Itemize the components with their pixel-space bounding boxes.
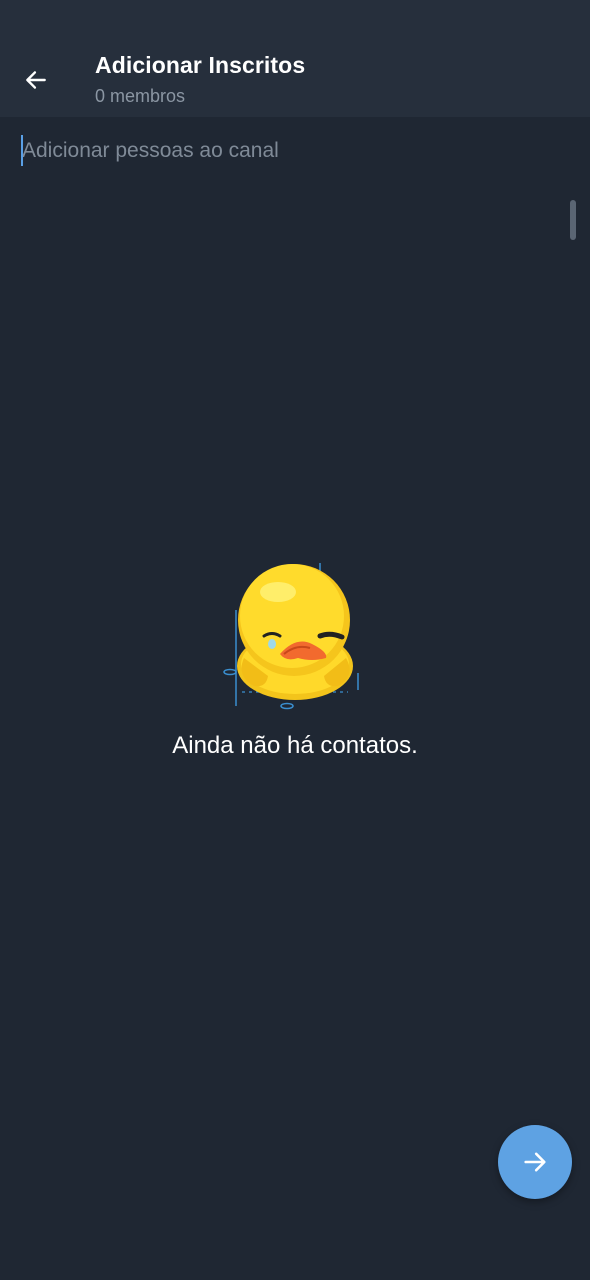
- arrow-left-icon: [26, 71, 46, 89]
- text-caret: [21, 135, 23, 166]
- arrow-right-icon: [524, 1152, 546, 1172]
- next-button[interactable]: [498, 1125, 572, 1199]
- screen: Adicionar Inscritos 0 membros Adicionar …: [0, 0, 590, 1280]
- back-button[interactable]: [14, 58, 58, 102]
- scrollbar[interactable]: [570, 200, 576, 240]
- member-count: 0 membros: [95, 86, 186, 106]
- sad-duck-sticker: [220, 558, 370, 713]
- page-title: Adicionar Inscritos: [95, 52, 306, 78]
- search-input[interactable]: [22, 130, 562, 172]
- empty-state-message: Ainda não há contatos.: [172, 732, 418, 759]
- app-bar: Adicionar Inscritos 0 membros: [0, 0, 590, 117]
